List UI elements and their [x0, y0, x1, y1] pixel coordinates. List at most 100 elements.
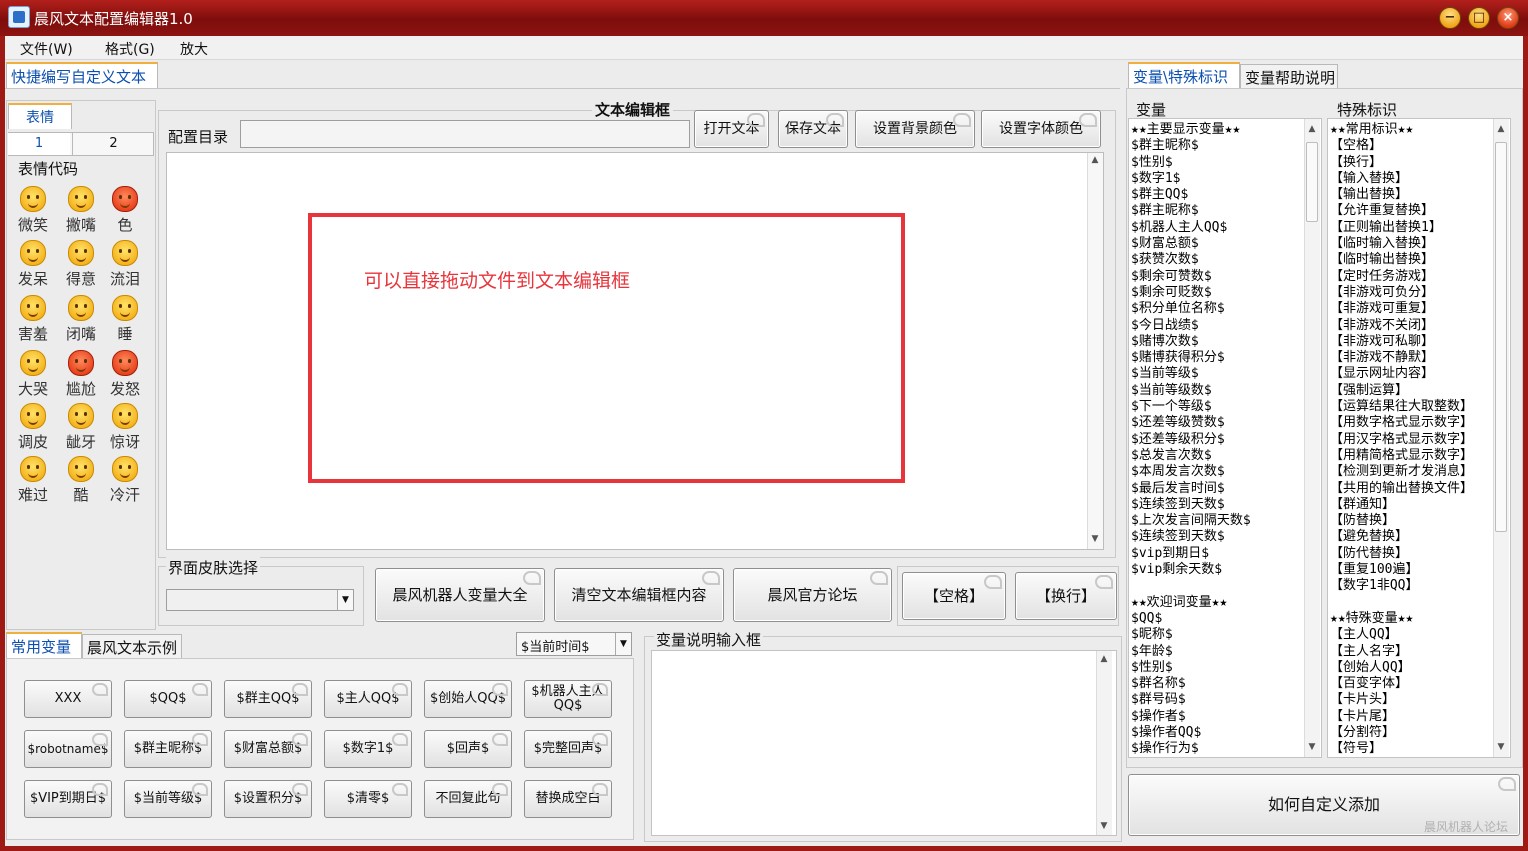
scroll-up-icon[interactable]: ▲ [1087, 155, 1103, 165]
close-button[interactable]: × [1497, 7, 1519, 29]
variable-list-item[interactable]: $群号码$ [1131, 692, 1251, 708]
variables-list[interactable]: ★★主要显示变量★★ $群主昵称$ $性别$ $数字1$ $群主QQ$ $群主昵称$ $机器… [1128, 118, 1322, 758]
variable-list-item[interactable]: $赌博获得积分$ [1131, 350, 1251, 366]
var-button-replace-blank[interactable]: 替换成空白 [524, 780, 612, 818]
var-button-current-level[interactable]: $当前等级$ [124, 780, 212, 818]
special-list-item[interactable]: 【运算结果往大取整数】 [1330, 399, 1473, 415]
variable-list-item[interactable]: $群主昵称$ [1131, 203, 1251, 219]
variable-list-item[interactable]: $最后发言时间$ [1131, 481, 1251, 497]
tab-emoji[interactable]: 表情 [8, 103, 72, 129]
emoji-lust[interactable]: 色 [105, 186, 145, 235]
variable-list-item[interactable]: $赌博次数$ [1131, 334, 1251, 350]
special-list-item[interactable]: 【非游戏可负分】 [1330, 285, 1473, 301]
var-button-wealth[interactable]: $财富总额$ [224, 730, 312, 768]
variable-list-item[interactable]: $群名称$ [1131, 676, 1251, 692]
variable-list-item[interactable]: $今日战绩$ [1131, 318, 1251, 334]
emoji-page-1[interactable]: 1 [8, 133, 70, 155]
special-list-item[interactable]: 【正则输出替换1】 [1330, 220, 1473, 236]
var-button-master-qq[interactable]: $主人QQ$ [324, 680, 412, 718]
desc-scroll-up-icon[interactable]: ▲ [1096, 654, 1112, 664]
special-list-item[interactable]: ★★常用标识★★ [1330, 122, 1473, 138]
special-list-item[interactable]: 【输入替换】 [1330, 171, 1473, 187]
var-button-qq[interactable]: $QQ$ [124, 680, 212, 718]
variable-list-item[interactable]: $操作者QQ$ [1131, 725, 1251, 741]
set-font-color-button[interactable]: 设置字体颜色 [981, 110, 1101, 148]
clear-editor-button[interactable]: 清空文本编辑框内容 [554, 568, 724, 622]
variable-list-item[interactable]: $QQ$ [1131, 611, 1251, 627]
var-button-set-points[interactable]: $设置积分$ [224, 780, 312, 818]
variable-list-item[interactable]: $vip剩余天数$ [1131, 562, 1251, 578]
emoji-daze[interactable]: 发呆 [13, 240, 53, 289]
emoji-sad[interactable]: 难过 [13, 456, 53, 505]
spec-scroll-up-icon[interactable]: ▲ [1493, 124, 1509, 134]
save-text-button[interactable]: 保存文本 [778, 110, 848, 148]
insert-space-button[interactable]: 【空格】 [902, 572, 1006, 620]
variables-scroll-thumb[interactable] [1306, 142, 1318, 222]
variable-list-item[interactable]: $性别$ [1131, 155, 1251, 171]
variable-list-item[interactable]: $群主QQ$ [1131, 187, 1251, 203]
set-bg-color-button[interactable]: 设置背景颜色 [855, 110, 975, 148]
var-button-group-owner-qq[interactable]: $群主QQ$ [224, 680, 312, 718]
insert-newline-button[interactable]: 【换行】 [1015, 572, 1117, 620]
tab-common-vars[interactable]: 常用变量 [6, 632, 82, 658]
scroll-down-icon[interactable]: ▼ [1087, 534, 1103, 544]
special-list-item[interactable]: 【数字1非QQ】 [1330, 578, 1473, 594]
special-list-item[interactable]: 【非游戏不静默】 [1330, 350, 1473, 366]
var-button-reset[interactable]: $清零$ [324, 780, 412, 818]
variable-list-item[interactable] [1131, 578, 1251, 594]
emoji-smile[interactable]: 微笑 [13, 186, 53, 235]
skin-select[interactable] [166, 589, 354, 611]
variable-list-item[interactable]: $总发言次数$ [1131, 448, 1251, 464]
variable-list-item[interactable]: $当前等级$ [1131, 366, 1251, 382]
var-button-xxx[interactable]: XXX [24, 680, 112, 718]
special-list-item[interactable]: 【防代替换】 [1330, 546, 1473, 562]
special-list-item[interactable]: 【临时输出替换】 [1330, 252, 1473, 268]
variable-list-item[interactable]: $vip到期日$ [1131, 546, 1251, 562]
var-desc-scrollbar[interactable] [1096, 651, 1112, 835]
variable-list-item[interactable]: ★★主要显示变量★★ [1131, 122, 1251, 138]
special-list-item[interactable]: 【群通知】 [1330, 497, 1473, 513]
time-select-chevron-icon[interactable]: ▼ [615, 633, 631, 655]
special-list-item[interactable]: 【百变字体】 [1330, 676, 1473, 692]
emoji-grin[interactable]: 龇牙 [61, 403, 101, 452]
variable-list-item[interactable]: $剩余可赞数$ [1131, 269, 1251, 285]
special-list-item[interactable]: 【用数字格式显示数字】 [1330, 415, 1473, 431]
special-list-item[interactable]: 【符号】 [1330, 741, 1473, 757]
variable-list-item[interactable]: $数字1$ [1131, 171, 1251, 187]
special-list-item[interactable]: 【检测到更新才发消息】 [1330, 464, 1473, 480]
special-list-item[interactable]: 【分割符】 [1330, 725, 1473, 741]
variable-list-item[interactable]: $性别$ [1131, 660, 1251, 676]
official-forum-button[interactable]: 晨风官方论坛 [733, 568, 892, 622]
special-list-item[interactable]: 【显示网址内容】 [1330, 366, 1473, 382]
special-list-item[interactable]: 【防替换】 [1330, 513, 1473, 529]
variable-list-item[interactable]: $昵称$ [1131, 627, 1251, 643]
special-list-item[interactable]: 【临时输入替换】 [1330, 236, 1473, 252]
tab-quick-custom-text[interactable]: 快捷编写自定义文本 [6, 62, 158, 88]
variable-list-item[interactable]: $操作行为$ [1131, 741, 1251, 757]
emoji-cool[interactable]: 酷 [61, 456, 101, 505]
special-list-item[interactable]: 【非游戏可重复】 [1330, 301, 1473, 317]
emoji-sleep[interactable]: 睡 [105, 295, 145, 344]
var-button-vip-expiry[interactable]: $VIP到期日$ [24, 780, 112, 818]
var-button-echo[interactable]: $回声$ [424, 730, 512, 768]
open-text-button[interactable]: 打开文本 [694, 110, 769, 148]
variable-list-item[interactable]: ★★欢迎词变量★★ [1131, 595, 1251, 611]
editor-scrollbar[interactable] [1087, 153, 1103, 549]
var-button-owner-nickname[interactable]: $群主昵称$ [124, 730, 212, 768]
special-list-item[interactable]: ★★特殊变量★★ [1330, 611, 1473, 627]
special-list-item[interactable] [1330, 595, 1473, 611]
special-list-item[interactable]: 【主人名字】 [1330, 644, 1473, 660]
chevron-down-icon[interactable]: ▼ [337, 590, 353, 610]
var-button-number1[interactable]: $数字1$ [324, 730, 412, 768]
variable-list-item[interactable]: $操作者$ [1131, 709, 1251, 725]
variable-list-item[interactable]: $机器人主人QQ$ [1131, 220, 1251, 236]
variables-all-button[interactable]: 晨风机器人变量大全 [375, 568, 545, 622]
var-button-full-echo[interactable]: $完整回声$ [524, 730, 612, 768]
tab-text-examples[interactable]: 晨风文本示例 [82, 634, 182, 658]
special-list-item[interactable]: 【非游戏可私聊】 [1330, 334, 1473, 350]
special-list-item[interactable]: 【空格】 [1330, 138, 1473, 154]
emoji-surprised[interactable]: 惊讶 [105, 403, 145, 452]
special-list-item[interactable]: 【用汉字格式显示数字】 [1330, 432, 1473, 448]
special-list-item[interactable]: 【避免替换】 [1330, 529, 1473, 545]
variable-list-item[interactable]: $获赞次数$ [1131, 252, 1251, 268]
